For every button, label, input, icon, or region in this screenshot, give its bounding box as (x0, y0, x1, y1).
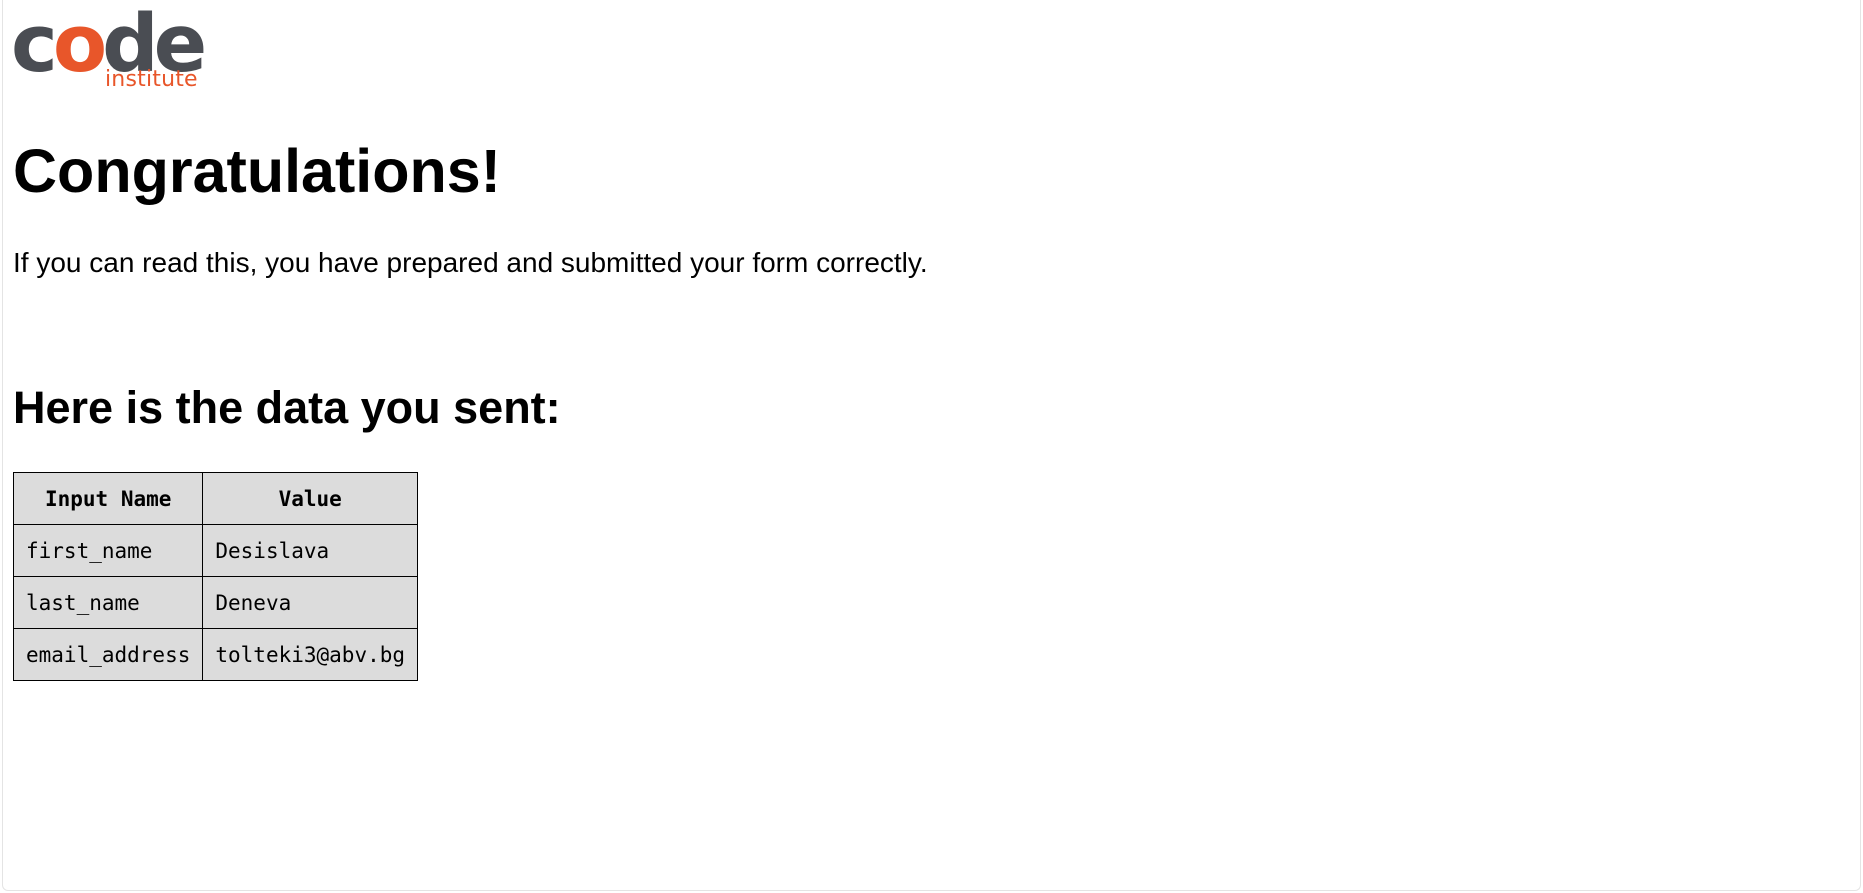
table-header-value: Value (202, 472, 419, 525)
form-data-table: Input Name Value first_name Desislava la… (12, 472, 419, 681)
intro-text: If you can read this, you have prepared … (13, 247, 928, 278)
logo-subtitle: institute (105, 67, 198, 92)
table-row: email_address tolteki3@abv.bg (12, 628, 419, 681)
logo-letter-o: o (52, 0, 107, 90)
table-cell-value: Deneva (202, 576, 419, 629)
section-heading: Here is the data you sent: (13, 382, 561, 433)
table-cell-value: tolteki3@abv.bg (202, 628, 419, 681)
table-cell-value: Desislava (202, 524, 419, 577)
table-cell-input-name: email_address (12, 628, 204, 681)
table-row: first_name Desislava (12, 524, 419, 577)
table-cell-input-name: first_name (12, 524, 204, 577)
page-title: Congratulations! (13, 137, 501, 205)
table-header-input-name: Input Name (12, 472, 204, 525)
table-row: last_name Deneva (12, 576, 419, 629)
page-frame (2, 0, 1861, 891)
code-institute-logo: code institute (11, 4, 207, 94)
logo-letter-c: c (11, 0, 58, 90)
table-cell-input-name: last_name (12, 576, 204, 629)
table-header-row: Input Name Value (12, 472, 419, 525)
